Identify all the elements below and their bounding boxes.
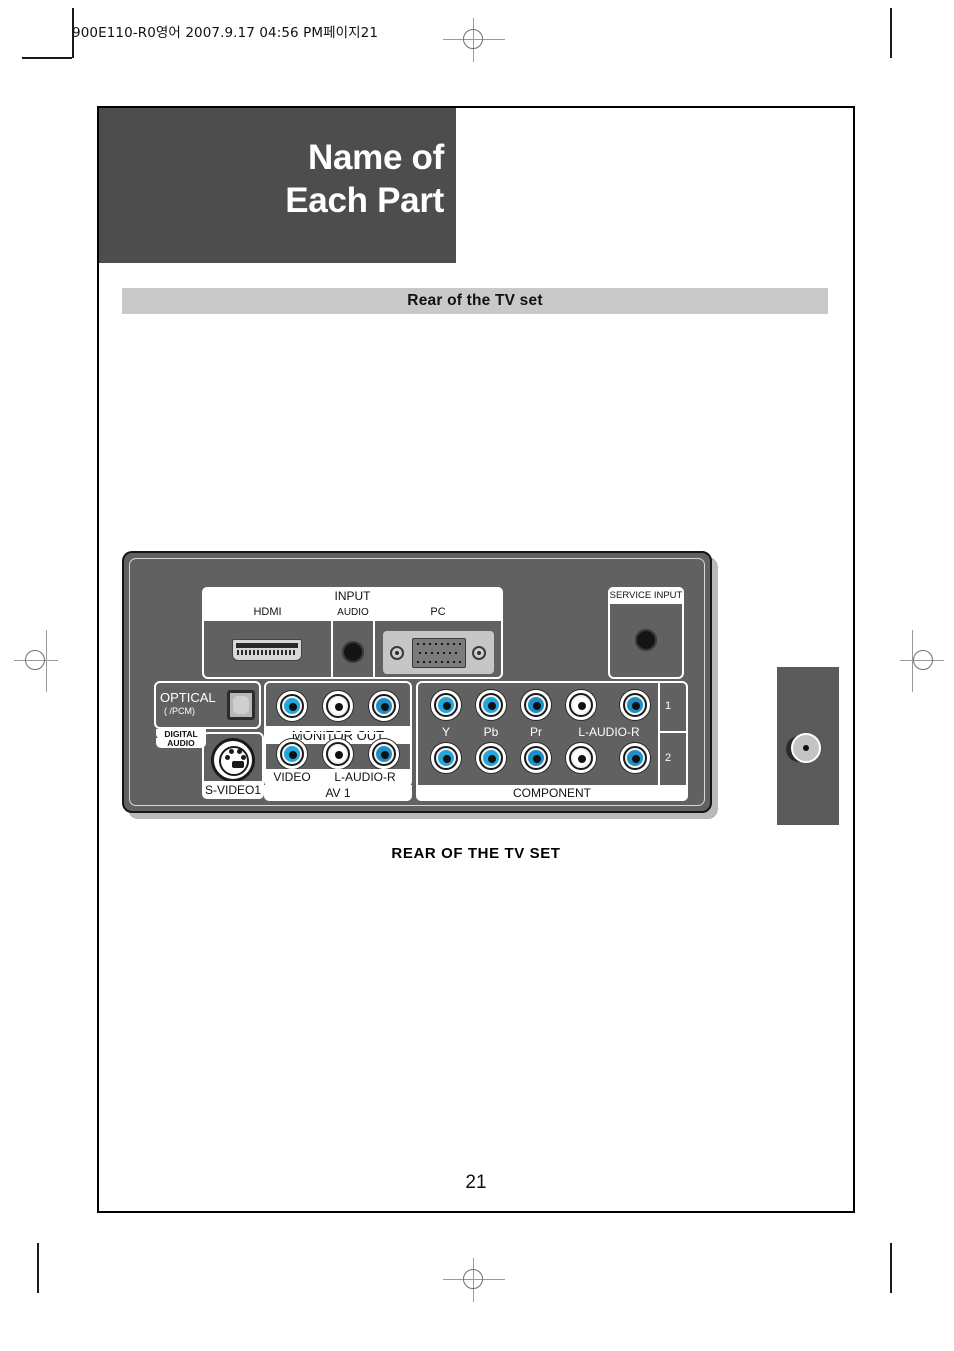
side-index-tab (777, 667, 839, 825)
component-row-divider (658, 681, 660, 787)
component-label-pb: Pb (483, 725, 499, 739)
registration-mark-right (900, 630, 944, 692)
component-1-audio-left-jack (566, 690, 596, 720)
registration-mark-bottom (443, 1258, 505, 1302)
component-2-pr-jack (521, 743, 551, 773)
component-title: COMPONENT (416, 785, 688, 801)
input-sub-label-pc: PC (375, 604, 501, 621)
component-label-pr: Pr (530, 725, 542, 739)
section-heading-title: Rear of the TV set (407, 292, 543, 309)
crop-mark-top-left-h (22, 57, 72, 59)
crop-mark-bottom-left-v (37, 1243, 39, 1293)
component-1-pb-jack (476, 690, 506, 720)
print-slug-line: 900E110-R0영어 2007.9.17 04:56 PM페이지21 (72, 25, 379, 41)
section-heading-bar: Rear of the TV set (122, 288, 828, 314)
page-number: 21 (465, 1172, 487, 1193)
chapter-title-line-1: Name of (308, 138, 444, 177)
chapter-title: Name of Each Part (285, 136, 444, 223)
av1-sub-label-audio: L-AUDIO-R (320, 769, 410, 785)
component-2-y-jack (431, 743, 461, 773)
component-1-pr-jack (521, 690, 551, 720)
component-2-audio-left-jack (566, 743, 596, 773)
crop-mark-bottom-right-v (890, 1243, 892, 1293)
component-row-number-1: 1 (665, 700, 672, 712)
digital-audio-footer-line-2: AUDIO (156, 738, 206, 748)
service-input-jack (635, 629, 657, 651)
input-group-title: INPUT (202, 587, 503, 604)
av1-audio-right-jack (369, 739, 399, 769)
audio-input-jack (342, 641, 364, 663)
component-row-number-2: 2 (665, 752, 672, 764)
monitor-out-audio-right-jack (369, 691, 399, 721)
optical-subtitle: ( /PCM) (164, 705, 195, 716)
crop-mark-top-right-v (890, 8, 892, 58)
coaxial-connector-icon (786, 733, 821, 763)
service-input-title: SERVICE INPUT (608, 587, 684, 604)
monitor-out-audio-left-jack (323, 691, 353, 721)
figure-caption: REAR OF THE TV SET (391, 845, 561, 862)
optical-port-icon (227, 690, 255, 720)
input-sub-label-audio: AUDIO (333, 604, 373, 621)
input-sub-label-hdmi: HDMI (204, 604, 331, 621)
av1-audio-left-jack (323, 739, 353, 769)
component-1-audio-right-jack (620, 690, 650, 720)
av1-video-jack (277, 739, 307, 769)
av1-title: AV 1 (264, 785, 412, 801)
hdmi-port-icon (232, 639, 302, 661)
component-row-separator (658, 731, 688, 733)
rear-panel-diagram: INPUT HDMI AUDIO PC SERVICE INPUT OPTICA… (122, 551, 718, 819)
vga-port-icon (383, 631, 494, 674)
optical-title: OPTICAL (160, 689, 216, 705)
monitor-out-video-jack (277, 691, 307, 721)
rear-panel-body: INPUT HDMI AUDIO PC SERVICE INPUT OPTICA… (122, 551, 712, 813)
manual-page: 900E110-R0영어 2007.9.17 04:56 PM페이지21 Nam… (0, 0, 954, 1351)
registration-mark-top (443, 18, 505, 62)
chapter-title-block: Name of Each Part (99, 108, 456, 263)
component-2-pb-jack (476, 743, 506, 773)
av1-sub-label-video: VIDEO (266, 769, 318, 785)
component-label-y: Y (441, 725, 450, 739)
s-video-port-icon (211, 738, 255, 782)
component-2-audio-right-jack (620, 743, 650, 773)
s-video-title: S-VIDEO1 (202, 781, 264, 799)
chapter-title-line-2: Each Part (285, 181, 444, 221)
component-1-y-jack (431, 690, 461, 720)
component-label-audio: L-AUDIO-R (578, 725, 640, 739)
registration-mark-left (14, 630, 58, 692)
